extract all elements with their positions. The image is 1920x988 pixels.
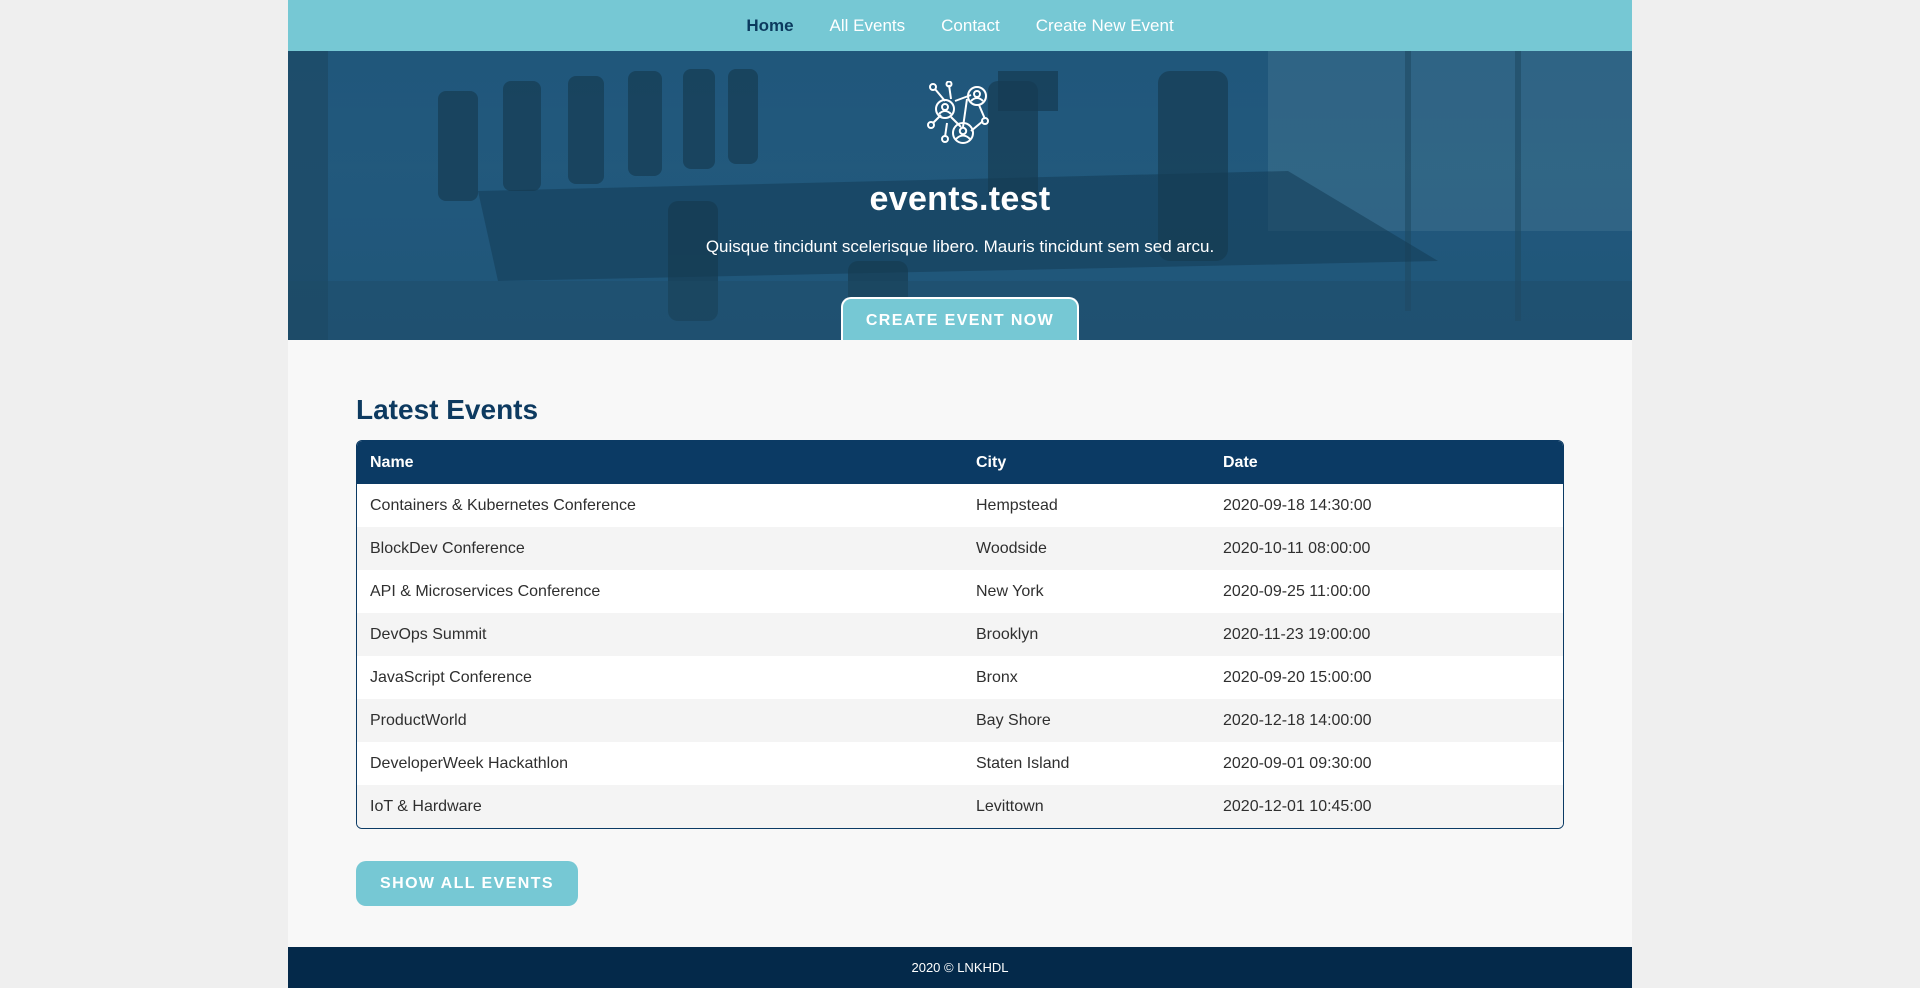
- cell-date: 2020-11-23 19:00:00: [1223, 625, 1371, 643]
- site-tagline: Quisque tincidunt scelerisque libero. Ma…: [705, 237, 1215, 256]
- cell-city: Bronx: [976, 668, 1018, 686]
- cell-date: 2020-10-11 08:00:00: [1223, 539, 1371, 557]
- cell-date: 2020-09-01 09:30:00: [1223, 754, 1372, 772]
- cell-date: 2020-09-18 14:30:00: [1223, 496, 1372, 514]
- table-row[interactable]: ProductWorld Bay Shore 2020-12-18 14:00:…: [357, 699, 1563, 742]
- cell-name: Containers & Kubernetes Conference: [370, 496, 636, 514]
- page: Home All Events Contact Create New Event: [288, 0, 1632, 988]
- nav-link-all-events[interactable]: All Events: [830, 16, 906, 36]
- cell-name: ProductWorld: [370, 711, 467, 729]
- cell-date: 2020-12-01 10:45:00: [1223, 797, 1372, 815]
- nav-link-create-new-event[interactable]: Create New Event: [1036, 16, 1174, 36]
- footer-copyright: 2020 © LNKHDL: [911, 960, 1009, 975]
- footer: 2020 © LNKHDL: [288, 947, 1632, 988]
- events-table: Name City Date Containers & Kubernetes C…: [357, 441, 1563, 828]
- column-header-date: Date: [1223, 453, 1258, 471]
- cell-city: Bay Shore: [976, 711, 1051, 729]
- nav-link-contact[interactable]: Contact: [941, 16, 1000, 36]
- show-all-events-button[interactable]: SHOW ALL EVENTS: [356, 861, 578, 906]
- cell-city: Woodside: [976, 539, 1047, 557]
- cell-city: Brooklyn: [976, 625, 1039, 643]
- cell-name: BlockDev Conference: [370, 539, 525, 557]
- cell-city: Staten Island: [976, 754, 1070, 772]
- cell-date: 2020-09-20 15:00:00: [1223, 668, 1372, 686]
- cell-name: DevOps Summit: [370, 625, 487, 643]
- cell-name: API & Microservices Conference: [370, 582, 601, 600]
- cell-city: New York: [976, 582, 1044, 600]
- create-event-now-button[interactable]: CREATE EVENT NOW: [841, 297, 1079, 340]
- table-row[interactable]: DevOps Summit Brooklyn 2020-11-23 19:00:…: [357, 613, 1563, 656]
- events-table-container: Name City Date Containers & Kubernetes C…: [356, 440, 1564, 829]
- hero-banner: events.test Quisque tincidunt scelerisqu…: [288, 51, 1632, 340]
- table-header-row: Name City Date: [357, 441, 1563, 484]
- cell-city: Levittown: [976, 797, 1044, 815]
- top-nav: Home All Events Contact Create New Event: [288, 0, 1632, 51]
- table-row[interactable]: DeveloperWeek Hackathlon Staten Island 2…: [357, 742, 1563, 785]
- table-row[interactable]: Containers & Kubernetes Conference Hemps…: [357, 484, 1563, 527]
- column-header-city: City: [976, 453, 1007, 471]
- cell-name: JavaScript Conference: [370, 668, 532, 686]
- cell-name: IoT & Hardware: [370, 797, 482, 815]
- column-header-name: Name: [370, 453, 414, 471]
- site-title: events.test: [869, 180, 1051, 218]
- latest-events-heading: Latest Events: [356, 394, 539, 425]
- nav-link-home[interactable]: Home: [746, 16, 793, 36]
- cell-city: Hempstead: [976, 496, 1058, 514]
- table-row[interactable]: API & Microservices Conference New York …: [357, 570, 1563, 613]
- cell-date: 2020-09-25 11:00:00: [1223, 582, 1371, 600]
- table-row[interactable]: BlockDev Conference Woodside 2020-10-11 …: [357, 527, 1563, 570]
- network-people-icon: [927, 81, 989, 144]
- cell-name: DeveloperWeek Hackathlon: [370, 754, 569, 772]
- table-row[interactable]: JavaScript Conference Bronx 2020-09-20 1…: [357, 656, 1563, 699]
- main-content: Latest Events Name City Date Containers …: [288, 394, 1632, 906]
- table-row[interactable]: IoT & Hardware Levittown 2020-12-01 10:4…: [357, 785, 1563, 828]
- cell-date: 2020-12-18 14:00:00: [1223, 711, 1372, 729]
